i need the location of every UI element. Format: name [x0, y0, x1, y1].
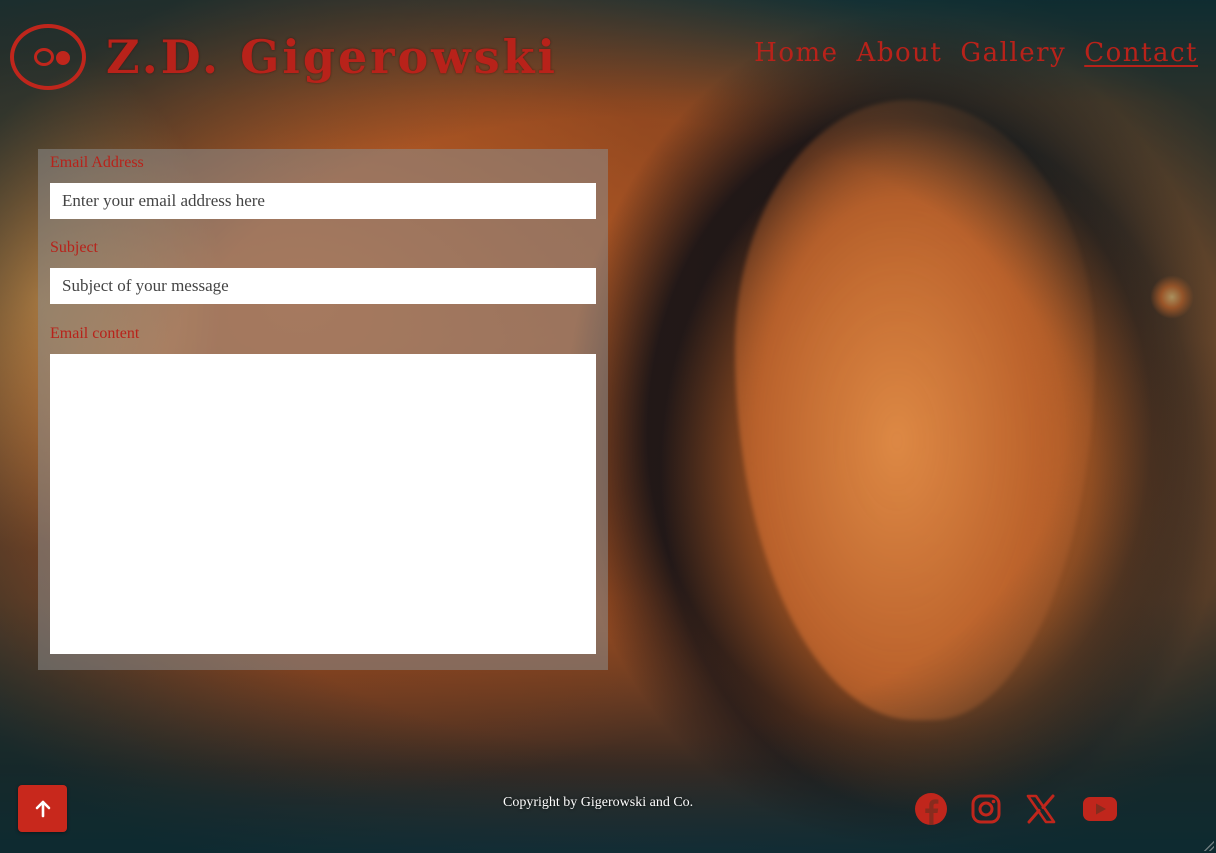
instagram-icon [971, 794, 1001, 824]
social-links [912, 790, 1119, 828]
facebook-icon [915, 793, 947, 825]
content-label: Email content [50, 325, 140, 342]
x-twitter-icon [1026, 794, 1056, 824]
eye-logo-icon [10, 24, 86, 90]
main-nav: Home About Gallery Contact [754, 38, 1198, 68]
contact-form: Email Address Subject Email content [38, 149, 608, 670]
nav-contact[interactable]: Contact [1084, 38, 1198, 68]
youtube-link[interactable] [1081, 790, 1119, 828]
email-content-field[interactable] [50, 354, 596, 654]
nav-home[interactable]: Home [754, 38, 838, 68]
facebook-link[interactable] [912, 790, 950, 828]
background-artwork [735, 100, 1095, 720]
email-field[interactable] [50, 183, 596, 219]
x-twitter-link[interactable] [1022, 790, 1060, 828]
site-header: Z.D. Gigerowski Home About Gallery Conta… [0, 0, 1216, 120]
email-label: Email Address [50, 154, 144, 171]
subject-label: Subject [50, 239, 98, 256]
subject-field[interactable] [50, 268, 596, 304]
youtube-icon [1083, 797, 1117, 821]
arrow-up-icon [35, 800, 50, 817]
brand[interactable]: Z.D. Gigerowski [10, 24, 558, 90]
instagram-link[interactable] [967, 790, 1005, 828]
copyright-text: Copyright by Gigerowski and Co. [503, 795, 694, 810]
background-glow [1150, 275, 1194, 319]
resize-grip [1204, 841, 1214, 851]
site-title: Z.D. Gigerowski [106, 30, 559, 84]
back-to-top-button[interactable] [18, 785, 67, 832]
nav-gallery[interactable]: Gallery [960, 38, 1066, 68]
nav-about[interactable]: About [857, 38, 943, 68]
